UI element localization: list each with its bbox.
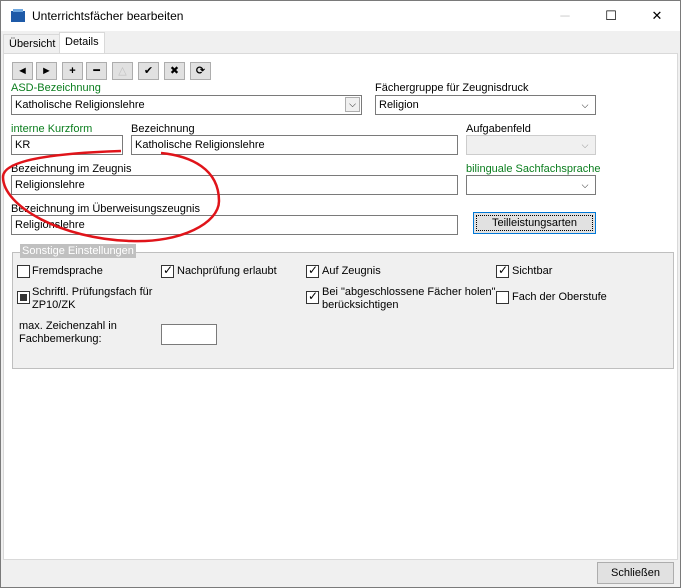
tab-uebersicht[interactable]: Übersicht [3,34,62,54]
kurzform-label: interne Kurzform [11,123,93,135]
max-zeichen-input[interactable] [161,324,217,345]
pruefungsfach-checkbox[interactable] [17,291,30,304]
remove-record-button[interactable]: ━ [86,62,107,80]
pruefungsfach-label: Schriftl. Prüfungsfach für ZP10/ZK [32,286,153,311]
close-window-button[interactable]: ✕ [634,1,680,31]
sichtbar-checkbox[interactable] [496,263,509,278]
first-record-button[interactable]: ◄ [12,62,33,80]
chevron-down-icon[interactable]: ⌵ [345,97,360,112]
next-record-button[interactable]: ► [36,62,57,80]
oberstufe-checkbox[interactable] [496,291,509,304]
chevron-down-icon[interactable]: ⌵ [577,177,593,193]
chevron-down-icon[interactable]: ⌵ [577,97,593,113]
sichtbar-label: Sichtbar [512,265,553,277]
asd-value: Katholische Religionslehre [15,99,145,111]
nachpruefung-label: Nachprüfung erlaubt [177,265,277,277]
save-record-button[interactable]: ✔ [138,62,159,80]
bezeichnung-input[interactable]: Katholische Religionslehre [131,135,458,155]
bilingual-combo[interactable]: ⌵ [466,175,596,195]
schliessen-button[interactable]: Schließen [597,562,674,584]
disabled-triangle-button[interactable]: △ [112,62,133,80]
max-zeichen-label: max. Zeichenzahl in Fachbemerkung: [19,320,117,345]
faechergruppe-combo[interactable]: Religion ⌵ [375,95,596,115]
fremdsprache-checkbox[interactable] [17,265,30,278]
app-icon [11,9,25,22]
minimize-button[interactable]: ─ [542,1,588,31]
faechergruppe-label: Fächergruppe für Zeugnisdruck [375,82,529,94]
ueberweisung-label: Bezeichnung im Überweisungszeugnis [11,203,200,215]
aufgabenfeld-label: Aufgabenfeld [466,123,531,135]
add-record-button[interactable]: + [62,62,83,80]
auf-zeugnis-checkbox[interactable] [306,263,319,278]
cancel-edit-button[interactable]: ✖ [164,62,185,80]
bezeichnung-label: Bezeichnung [131,123,195,135]
teilleistungsarten-button[interactable]: Teilleistungsarten [473,212,596,234]
tab-details[interactable]: Details [59,32,105,54]
details-panel: ◄ ► + ━ △ ✔ ✖ ⟳ ASD-Bezeichnung Katholis… [3,53,678,560]
maximize-button[interactable]: ☐ [588,1,634,31]
bilingual-label: bilinguale Sachfachsprache [466,163,601,175]
refresh-button[interactable]: ⟳ [190,62,211,80]
chevron-down-icon[interactable]: ⌵ [577,137,593,153]
fremdsprache-label: Fremdsprache [32,265,103,277]
group-title: Sonstige Einstellungen [20,244,136,258]
auf-zeugnis-label: Auf Zeugnis [322,265,381,277]
ueberweisung-input[interactable]: Religionslehre [11,215,458,235]
zeugnis-input[interactable]: Religionslehre [11,175,458,195]
window-title: Unterrichtsfächer bearbeiten [32,9,184,23]
kurzform-input[interactable]: KR [11,135,123,155]
nachpruefung-checkbox[interactable] [161,263,174,278]
dialog-window: Unterrichtsfächer bearbeiten ─ ☐ ✕ Übers… [0,0,681,588]
faechergruppe-value: Religion [379,99,419,111]
asd-label: ASD-Bezeichnung [11,82,101,94]
abgeschlossene-label: Bei "abgeschlossene Fächer holen" berück… [322,286,496,311]
abgeschlossene-checkbox[interactable] [306,289,319,304]
title-bar: Unterrichtsfächer bearbeiten ─ ☐ ✕ [1,1,680,31]
aufgabenfeld-combo[interactable]: ⌵ [466,135,596,155]
zeugnis-label: Bezeichnung im Zeugnis [11,163,132,175]
oberstufe-label: Fach der Oberstufe [512,291,607,303]
asd-combo[interactable]: Katholische Religionslehre ⌵ [11,95,362,115]
